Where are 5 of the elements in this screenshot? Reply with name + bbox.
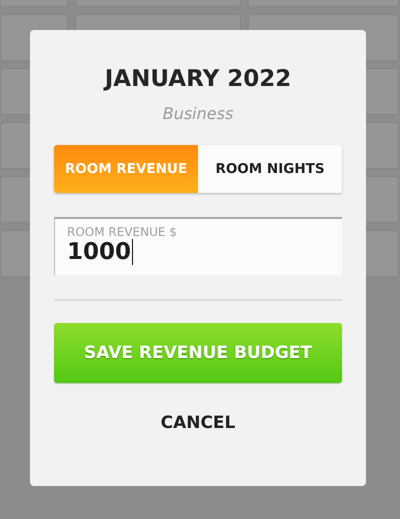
cancel-button[interactable]: CANCEL — [156, 411, 240, 435]
segment-tab[interactable]: ROOM NIGHTS — [198, 145, 342, 193]
input-field[interactable]: ROOM REVENUE $ 1000 — [54, 217, 342, 275]
dialog-subtitle: Business — [162, 104, 234, 123]
dialog-title: JANUARY 2022 — [102, 65, 292, 94]
